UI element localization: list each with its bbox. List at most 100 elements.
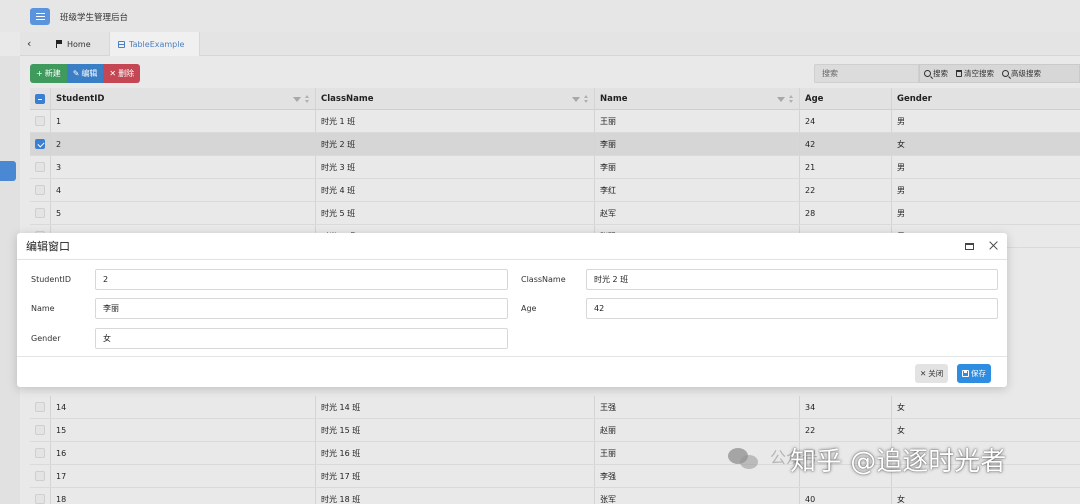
cell-gender: 男 — [897, 185, 905, 195]
table-row[interactable]: 15 时光 15 班赵丽 22 女 — [30, 419, 1080, 442]
watermark-text: 知乎 @追逐时光者 — [790, 447, 1007, 477]
row-checkbox[interactable] — [35, 471, 45, 481]
close-button[interactable]: ✕ 关闭 — [915, 364, 949, 383]
age-field[interactable] — [586, 298, 998, 319]
cell-cls: 时光 15 班 — [316, 419, 595, 441]
cell-age: 24 — [800, 110, 892, 132]
cell-name: 赵丽 — [595, 419, 800, 441]
maximize-icon[interactable] — [965, 243, 974, 250]
top-bar: 班级学生管理后台 — [0, 0, 1080, 32]
table-row[interactable]: 18 时光 18 班张军 40 女 — [30, 488, 1080, 504]
action-button-group: + 新建 ✎ 编辑 ✕ 删除 — [30, 64, 141, 83]
dialog-title: 编辑窗口 — [26, 240, 70, 253]
row-checkbox[interactable] — [35, 162, 45, 172]
sort-icon[interactable] — [305, 95, 309, 103]
row-select-cell — [30, 133, 51, 155]
table-row[interactable]: 1 时光 1 班王丽 24 男 — [30, 110, 1080, 133]
row-checkbox[interactable] — [35, 116, 45, 126]
search-actions: 搜索 清空搜索 高级搜索 — [919, 64, 1080, 83]
edit-icon: ✎ — [72, 69, 80, 78]
table-row[interactable]: 2 时光 2 班李丽 42 女 — [30, 133, 1080, 156]
col-header-name[interactable]: Name — [595, 88, 800, 110]
cell-cls: 时光 17 班 — [316, 465, 595, 487]
table-row[interactable]: 3 时光 3 班李丽 21 男 — [30, 156, 1080, 179]
cell-gender: 女 — [897, 402, 905, 412]
row-select-cell — [30, 488, 51, 504]
cell-id: 16 — [51, 442, 316, 464]
cell-name: 张军 — [595, 488, 800, 504]
field-label-gender: Gender — [31, 334, 61, 343]
search-button[interactable]: 搜索 — [920, 68, 952, 79]
cell-cls: 时光 4 班 — [316, 179, 595, 201]
row-checkbox[interactable] — [35, 185, 45, 195]
advanced-search-button[interactable]: 高级搜索 — [998, 68, 1045, 79]
col-header-gender[interactable]: Gender — [892, 88, 1080, 110]
col-header-studentid[interactable]: StudentID — [51, 88, 316, 110]
cell-name: 王强 — [595, 396, 800, 418]
row-checkbox[interactable] — [35, 208, 45, 218]
cell-name: 王丽 — [595, 110, 800, 132]
row-select-cell — [30, 396, 51, 418]
app-title: 班级学生管理后台 — [60, 13, 129, 23]
row-checkbox[interactable] — [35, 139, 45, 149]
classname-field[interactable] — [586, 269, 998, 290]
filter-icon[interactable] — [572, 96, 580, 102]
new-button[interactable]: + 新建 — [30, 64, 67, 83]
row-checkbox[interactable] — [35, 402, 45, 412]
cell-id: 1 — [51, 110, 316, 132]
cell-age: 42 — [800, 133, 892, 155]
cell-age: 22 — [800, 419, 892, 441]
name-field[interactable] — [95, 298, 508, 319]
row-select-cell — [30, 465, 51, 487]
edit-button[interactable]: ✎ 编辑 — [66, 64, 104, 83]
delete-button[interactable]: ✕ 删除 — [103, 64, 141, 83]
tab-table-example[interactable]: TableExample — [109, 32, 200, 56]
filter-icon[interactable] — [777, 96, 785, 102]
edit-dialog: 编辑窗口 StudentID ClassName Name Age Gender… — [17, 233, 1007, 387]
close-icon[interactable] — [987, 239, 1000, 252]
studentid-field[interactable] — [95, 269, 508, 290]
menu-toggle-button[interactable] — [30, 8, 50, 25]
x-icon: ✕ — [920, 369, 927, 378]
select-all-checkbox[interactable] — [35, 94, 45, 104]
advanced-search-label: 高级搜索 — [1011, 69, 1041, 78]
close-button-label: 关闭 — [928, 369, 944, 378]
hamburger-icon — [35, 13, 45, 20]
cell-id: 3 — [51, 156, 316, 178]
sidebar-active-indicator[interactable] — [0, 161, 16, 181]
col-header-classname[interactable]: ClassName — [316, 88, 595, 110]
table-body-top: 1 时光 1 班王丽 24 男 2 时光 2 班李丽 42 女 3 时光 3 班李丽 21 男 4 时光 … — [30, 110, 1080, 248]
clear-search-button[interactable]: 清空搜索 — [952, 68, 998, 79]
tab-home[interactable]: Home — [48, 32, 99, 56]
gender-field[interactable] — [95, 328, 508, 349]
flag-icon — [56, 40, 63, 48]
back-chevron-icon[interactable]: ‹ — [27, 37, 31, 50]
cell-gender: 男 — [897, 208, 905, 218]
filter-icon[interactable] — [293, 96, 301, 102]
cell-name: 李红 — [595, 179, 800, 201]
tab-label: Home — [67, 39, 91, 49]
cell-gender: 男 — [897, 162, 905, 172]
table-row[interactable]: 5 时光 5 班赵军 28 男 — [30, 202, 1080, 225]
cell-gender: 男 — [897, 116, 905, 126]
table-row[interactable]: 4 时光 4 班李红 22 男 — [30, 179, 1080, 202]
cell-id: 2 — [51, 133, 316, 155]
search-input[interactable] — [814, 64, 919, 83]
row-select-cell — [30, 442, 51, 464]
cell-name: 李丽 — [595, 133, 800, 155]
col-header-age[interactable]: Age — [800, 88, 892, 110]
plus-icon: + — [36, 69, 43, 78]
cell-cls: 时光 5 班 — [316, 202, 595, 224]
clear-search-label: 清空搜索 — [964, 69, 994, 78]
save-button[interactable]: 保存 — [957, 364, 991, 383]
new-button-label: 新建 — [44, 69, 61, 78]
row-checkbox[interactable] — [35, 448, 45, 458]
row-checkbox[interactable] — [35, 494, 45, 504]
cell-cls: 时光 3 班 — [316, 156, 595, 178]
student-table: StudentID ClassName Name Age Gender 1 时光 … — [30, 88, 1080, 248]
row-checkbox[interactable] — [35, 425, 45, 435]
sort-icon[interactable] — [584, 95, 588, 103]
sort-icon[interactable] — [789, 95, 793, 103]
table-row[interactable]: 14 时光 14 班王强 34 女 — [30, 396, 1080, 419]
x-icon: ✕ — [109, 69, 117, 78]
